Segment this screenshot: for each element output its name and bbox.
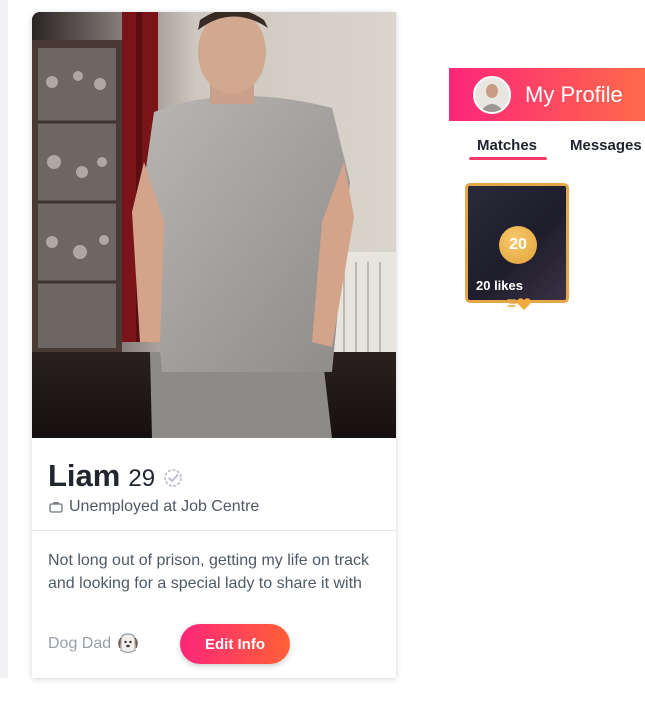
app-page: Liam 29 Unemployed at Job Centre Not lon… xyxy=(0,0,645,723)
briefcase-icon xyxy=(49,501,63,513)
heart-icon xyxy=(507,298,531,310)
profile-footer: Dog Dad Edit Info xyxy=(48,624,290,664)
likes-card[interactable]: 20 20 likes xyxy=(465,183,569,310)
dog-icon xyxy=(118,633,138,654)
profile-job: Unemployed at Job Centre xyxy=(69,498,260,515)
tab-bar: Matches Messages xyxy=(449,130,645,160)
profile-name: Liam xyxy=(48,458,121,493)
avatar-image xyxy=(475,77,509,112)
profile-photo[interactable] xyxy=(32,12,396,438)
tab-matches[interactable]: Matches xyxy=(477,137,537,154)
job-row: Unemployed at Job Centre xyxy=(49,498,259,516)
section-divider xyxy=(32,530,396,531)
profile-photo-image xyxy=(32,12,396,438)
likes-label: 20 likes xyxy=(476,278,523,293)
my-profile-header[interactable]: My Profile xyxy=(449,68,645,121)
tab-messages[interactable]: Messages xyxy=(570,137,642,154)
active-tab-indicator xyxy=(469,157,547,160)
edit-info-button[interactable]: Edit Info xyxy=(180,624,290,664)
profile-bio: Not long out of prison, getting my life … xyxy=(48,552,370,592)
name-row: Liam 29 xyxy=(48,458,183,494)
profile-card: Liam 29 Unemployed at Job Centre Not lon… xyxy=(32,12,396,678)
verified-check-icon xyxy=(164,469,182,487)
likes-count-badge: 20 xyxy=(499,226,537,264)
avatar[interactable] xyxy=(473,75,511,114)
header-title: My Profile xyxy=(525,81,623,107)
lifestyle-badge: Dog Dad xyxy=(48,635,112,652)
profile-age: 29 xyxy=(128,465,156,492)
page-background xyxy=(0,0,8,678)
